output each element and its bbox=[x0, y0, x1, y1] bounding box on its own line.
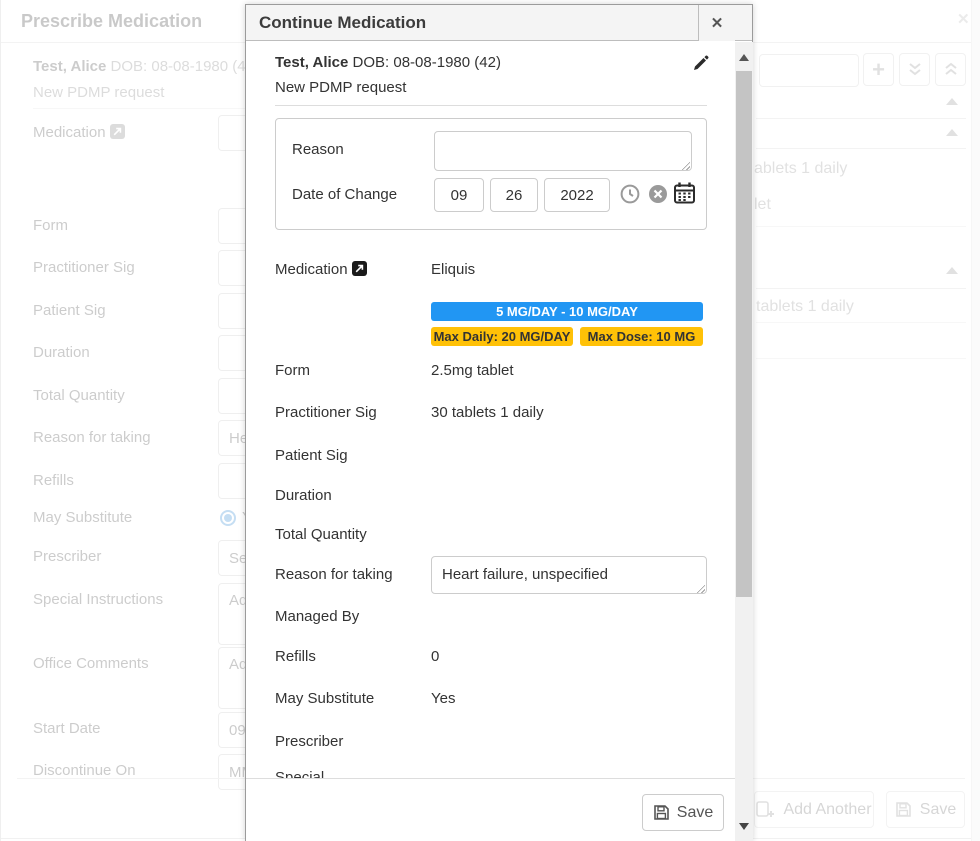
modal-patient-summary: Test, Alice DOB: 08-08-1980 (42) bbox=[275, 54, 501, 71]
date-day-input[interactable] bbox=[490, 178, 538, 212]
modal-field-label-medication: Medication bbox=[275, 261, 367, 278]
modal-field-label-duration: Duration bbox=[275, 487, 332, 504]
date-year-input[interactable] bbox=[544, 178, 610, 212]
modal-title: Continue Medication bbox=[259, 13, 426, 33]
date-month-input[interactable] bbox=[434, 178, 484, 212]
modal-field-label-prescriber: Prescriber bbox=[275, 733, 343, 750]
modal-field-label-may-substitute: May Substitute bbox=[275, 690, 374, 707]
modal-field-label-total-quantity: Total Quantity bbox=[275, 526, 367, 543]
modal-field-label-reason-for-taking: Reason for taking bbox=[275, 566, 393, 583]
app-canvas: Prescribe Medication ✕ Test, Alice DOB: … bbox=[0, 0, 980, 841]
modal-patient-name: Test, Alice bbox=[275, 54, 348, 71]
medication-value: Eliquis bbox=[431, 261, 475, 278]
save-icon bbox=[653, 804, 670, 821]
modal-field-label-managed-by: Managed By bbox=[275, 608, 359, 625]
reason-panel: Reason Date of Change bbox=[275, 118, 707, 230]
edit-pencil-icon[interactable] bbox=[692, 55, 709, 72]
modal-save-label: Save bbox=[677, 804, 713, 822]
reason-for-taking-textarea[interactable]: Heart failure, unspecified bbox=[431, 556, 707, 594]
scrollbar-thumb[interactable] bbox=[736, 71, 752, 597]
divider bbox=[275, 105, 707, 106]
modal-field-label-patient-sig: Patient Sig bbox=[275, 447, 348, 464]
max-dose-badge: Max Dose: 10 MG bbox=[580, 327, 703, 346]
external-link-icon[interactable] bbox=[352, 261, 367, 276]
clock-icon[interactable] bbox=[620, 184, 640, 204]
modal-content: Test, Alice DOB: 08-08-1980 (42) New PDM… bbox=[246, 41, 735, 778]
modal-field-label-special-clipped: Special bbox=[275, 769, 324, 778]
clear-date-icon[interactable] bbox=[648, 184, 668, 204]
form-value: 2.5mg tablet bbox=[431, 362, 514, 379]
reason-textarea[interactable] bbox=[434, 131, 692, 171]
practitioner-sig-value: 30 tablets 1 daily bbox=[431, 404, 544, 421]
modal-field-label-refills: Refills bbox=[275, 648, 316, 665]
modal-header: Continue Medication ✕ bbox=[246, 5, 752, 41]
modal-footer: Save bbox=[246, 778, 735, 841]
reason-label: Reason bbox=[292, 141, 344, 158]
calendar-icon[interactable] bbox=[674, 182, 695, 204]
modal-save-button[interactable]: Save bbox=[642, 794, 724, 831]
modal-pdmp-request-link[interactable]: New PDMP request bbox=[275, 79, 406, 96]
scroll-down-icon[interactable] bbox=[739, 823, 749, 830]
modal-patient-dob: DOB: 08-08-1980 (42) bbox=[353, 54, 501, 71]
scroll-up-icon[interactable] bbox=[739, 54, 749, 61]
may-substitute-value: Yes bbox=[431, 690, 455, 707]
date-of-change-label: Date of Change bbox=[292, 186, 397, 203]
refills-value: 0 bbox=[431, 648, 439, 665]
modal-field-label-practitioner-sig: Practitioner Sig bbox=[275, 404, 377, 421]
modal-scrollbar[interactable] bbox=[735, 42, 753, 841]
continue-medication-modal: Continue Medication ✕ Test, Alice DOB: 0… bbox=[245, 4, 753, 841]
close-icon[interactable]: ✕ bbox=[698, 5, 735, 41]
max-daily-badge: Max Daily: 20 MG/DAY bbox=[431, 327, 573, 346]
dose-range-badge: 5 MG/DAY - 10 MG/DAY bbox=[431, 302, 703, 321]
modal-field-label-form: Form bbox=[275, 362, 310, 379]
